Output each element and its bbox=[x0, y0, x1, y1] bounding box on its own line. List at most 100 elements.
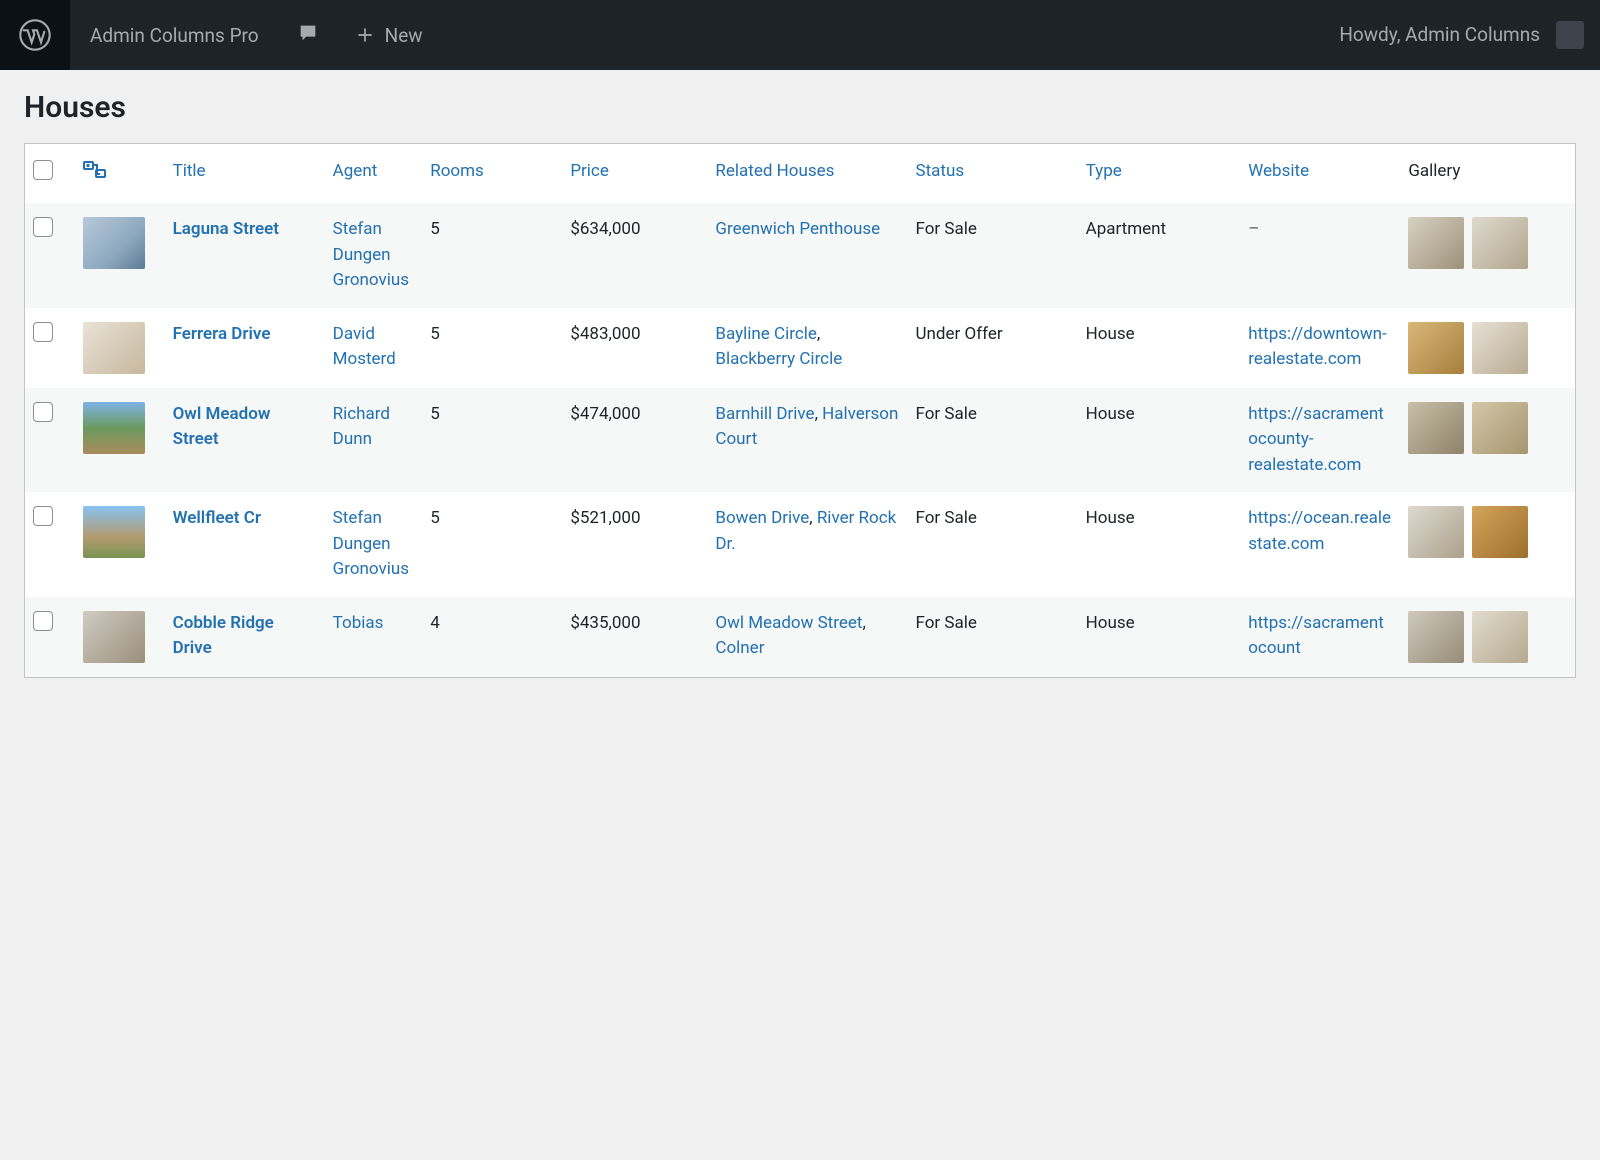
gallery-thumbnail[interactable] bbox=[1408, 217, 1464, 269]
new-button[interactable]: New bbox=[337, 24, 441, 47]
featured-image-thumbnail[interactable] bbox=[83, 217, 145, 269]
rooms-cell: 5 bbox=[422, 388, 562, 493]
table-row: Owl Meadow StreetRichard Dunn5$474,000Ba… bbox=[25, 388, 1576, 493]
related-house-link[interactable]: Bayline Circle bbox=[715, 324, 817, 344]
table-header-row: Title Agent Rooms Price Related Houses S… bbox=[25, 144, 1576, 204]
row-title-link[interactable]: Laguna Street bbox=[173, 219, 279, 239]
related-house-link[interactable]: Bowen Drive bbox=[715, 508, 809, 528]
row-checkbox[interactable] bbox=[33, 322, 53, 342]
gallery-cell bbox=[1408, 506, 1567, 558]
gallery-cell bbox=[1408, 611, 1567, 663]
col-related[interactable]: Related Houses bbox=[715, 161, 834, 181]
row-checkbox[interactable] bbox=[33, 402, 53, 422]
website-link[interactable]: https://sacramentocounty-realestate.com bbox=[1248, 404, 1384, 475]
table-row: Ferrera DriveDavid Mosterd5$483,000Bayli… bbox=[25, 308, 1576, 388]
howdy-text[interactable]: Howdy, Admin Columns bbox=[1323, 23, 1556, 48]
related-house-link[interactable]: Colner bbox=[715, 638, 764, 658]
col-title[interactable]: Title bbox=[173, 161, 206, 181]
new-label: New bbox=[385, 24, 423, 47]
row-checkbox[interactable] bbox=[33, 611, 53, 631]
gallery-thumbnail[interactable] bbox=[1408, 322, 1464, 374]
plus-icon bbox=[355, 25, 375, 45]
status-cell: For Sale bbox=[908, 492, 1078, 597]
wordpress-logo-icon[interactable] bbox=[0, 0, 70, 70]
table-row: Laguna Street Stefan Dungen Gronovius5$63… bbox=[25, 203, 1576, 308]
status-cell: Under Offer bbox=[908, 308, 1078, 388]
site-name[interactable]: Admin Columns Pro bbox=[70, 24, 279, 47]
row-title-link[interactable]: Ferrera Drive bbox=[173, 324, 271, 344]
related-house-link[interactable]: Blackberry Circle bbox=[715, 349, 842, 369]
row-checkbox[interactable] bbox=[33, 506, 53, 526]
gallery-thumbnail[interactable] bbox=[1472, 506, 1528, 558]
featured-image-thumbnail[interactable] bbox=[83, 402, 145, 454]
related-cell: Bayline Circle, Blackberry Circle bbox=[707, 308, 907, 388]
table-row: Cobble Ridge DriveTobias4$435,000Owl Mea… bbox=[25, 597, 1576, 678]
status-cell: For Sale bbox=[908, 597, 1078, 678]
status-cell: For Sale bbox=[908, 203, 1078, 308]
price-cell: $435,000 bbox=[562, 597, 707, 678]
col-type[interactable]: Type bbox=[1086, 161, 1122, 181]
row-title-link[interactable]: Cobble Ridge Drive bbox=[173, 613, 274, 659]
type-cell: House bbox=[1078, 388, 1241, 493]
col-gallery: Gallery bbox=[1408, 161, 1460, 181]
related-cell: Greenwich Penthouse bbox=[707, 203, 907, 308]
website-cell: https://sacramentocounty-realestate.com bbox=[1240, 388, 1400, 493]
related-house-link[interactable]: Greenwich Penthouse bbox=[715, 219, 880, 239]
rooms-cell: 5 bbox=[422, 492, 562, 597]
select-all-checkbox[interactable] bbox=[33, 160, 53, 180]
related-house-link[interactable]: Owl Meadow Street bbox=[715, 613, 862, 633]
col-price[interactable]: Price bbox=[570, 161, 609, 181]
type-cell: House bbox=[1078, 597, 1241, 678]
comments-icon[interactable] bbox=[279, 22, 337, 49]
price-cell: $634,000 bbox=[562, 203, 707, 308]
gallery-cell bbox=[1408, 402, 1567, 454]
col-website[interactable]: Website bbox=[1248, 161, 1309, 181]
featured-image-thumbnail[interactable] bbox=[83, 611, 145, 663]
table-row: Wellfleet CrStefan Dungen Gronovius5$521… bbox=[25, 492, 1576, 597]
admin-bar: Admin Columns Pro New Howdy, Admin Colum… bbox=[0, 0, 1600, 70]
website-link[interactable]: https://sacramentocount bbox=[1248, 613, 1384, 659]
gallery-thumbnail[interactable] bbox=[1472, 611, 1528, 663]
gallery-thumbnail[interactable] bbox=[1408, 506, 1464, 558]
gallery-thumbnail[interactable] bbox=[1472, 402, 1528, 454]
related-cell: Owl Meadow Street, Colner bbox=[707, 597, 907, 678]
row-title-link[interactable]: Wellfleet Cr bbox=[173, 508, 261, 528]
website-link[interactable]: https://downtown-realestate.com bbox=[1248, 324, 1387, 370]
agent-link[interactable]: Tobias bbox=[333, 613, 384, 633]
agent-link[interactable]: Richard Dunn bbox=[333, 404, 390, 450]
price-cell: $483,000 bbox=[562, 308, 707, 388]
agent-link[interactable]: Stefan Dungen Gronovius bbox=[333, 508, 409, 579]
rooms-cell: 5 bbox=[422, 203, 562, 308]
col-status[interactable]: Status bbox=[916, 161, 965, 181]
website-cell: https://ocean.realestate.com bbox=[1240, 492, 1400, 597]
gallery-thumbnail[interactable] bbox=[1472, 217, 1528, 269]
rooms-cell: 5 bbox=[422, 308, 562, 388]
col-rooms[interactable]: Rooms bbox=[430, 161, 484, 181]
type-cell: House bbox=[1078, 308, 1241, 388]
gallery-thumbnail[interactable] bbox=[1408, 402, 1464, 454]
rooms-cell: 4 bbox=[422, 597, 562, 678]
status-cell: For Sale bbox=[908, 388, 1078, 493]
gallery-thumbnail[interactable] bbox=[1408, 611, 1464, 663]
row-title-link[interactable]: Owl Meadow Street bbox=[173, 404, 271, 450]
price-cell: $474,000 bbox=[562, 388, 707, 493]
featured-image-thumbnail[interactable] bbox=[83, 322, 145, 374]
toggle-columns-icon[interactable] bbox=[83, 161, 107, 185]
type-cell: Apartment bbox=[1078, 203, 1241, 308]
type-cell: House bbox=[1078, 492, 1241, 597]
col-agent[interactable]: Agent bbox=[333, 161, 378, 181]
website-link[interactable]: https://ocean.realestate.com bbox=[1248, 508, 1391, 554]
agent-link[interactable]: David Mosterd bbox=[333, 324, 396, 370]
related-house-link[interactable]: Barnhill Drive bbox=[715, 404, 814, 424]
featured-image-thumbnail[interactable] bbox=[83, 506, 145, 558]
avatar[interactable] bbox=[1556, 21, 1584, 49]
page-title: Houses bbox=[24, 90, 1576, 125]
website-cell: – bbox=[1240, 203, 1400, 308]
gallery-thumbnail[interactable] bbox=[1472, 322, 1528, 374]
related-cell: Bowen Drive, River Rock Dr. bbox=[707, 492, 907, 597]
related-cell: Barnhill Drive, Halverson Court bbox=[707, 388, 907, 493]
gallery-cell bbox=[1408, 322, 1567, 374]
website-empty: – bbox=[1248, 219, 1259, 239]
agent-link[interactable]: Stefan Dungen Gronovius bbox=[333, 219, 409, 290]
row-checkbox[interactable] bbox=[33, 217, 53, 237]
